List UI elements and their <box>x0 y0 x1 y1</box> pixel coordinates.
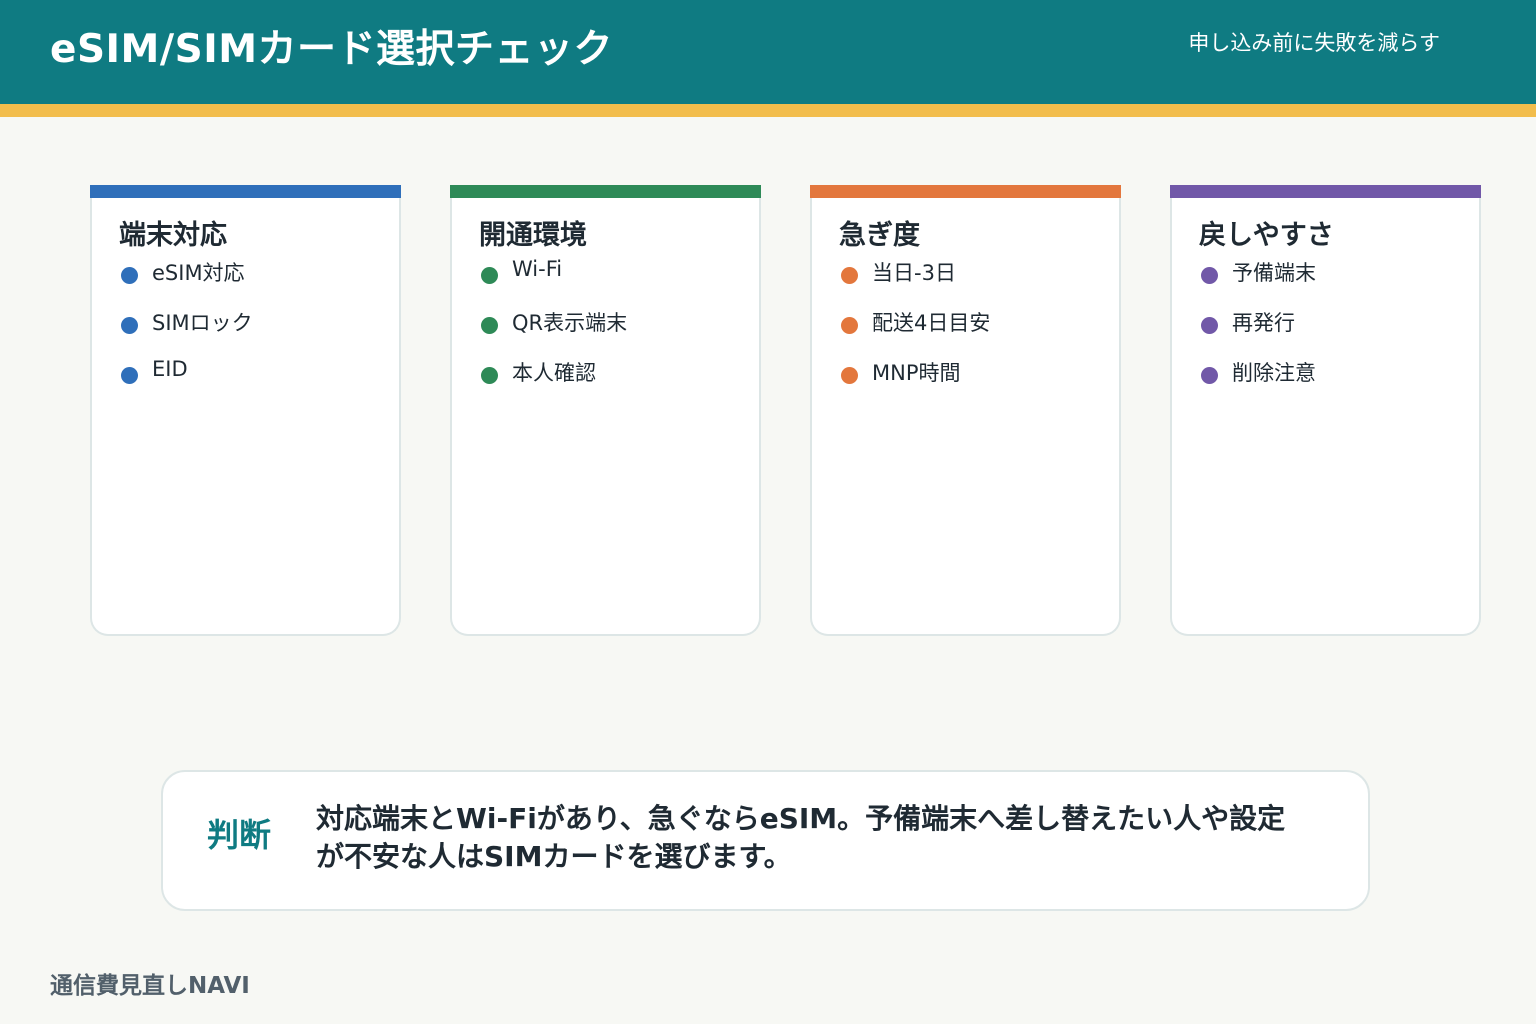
bullet-dot-icon <box>1201 267 1218 284</box>
card-urgency: 急ぎ度 当日-3日 配送4日目安 MNP時間 <box>810 185 1121 636</box>
bullet-dot-icon <box>481 367 498 384</box>
bullet-dot-icon <box>481 317 498 334</box>
bullet-dot-icon <box>1201 367 1218 384</box>
item-label: 予備端末 <box>1232 261 1316 285</box>
list-item: SIMロック <box>121 307 253 357</box>
list-item: 予備端末 <box>1201 257 1316 307</box>
judgement-box: 判断 対応端末とWi-Fiがあり、急ぐならeSIM。予備端末へ差し替えたい人や設… <box>161 770 1370 911</box>
card-title: 開通環境 <box>479 220 587 251</box>
card-item-list: 予備端末 再発行 削除注意 <box>1201 257 1316 407</box>
card-item-list: Wi-Fi QR表示端末 本人確認 <box>481 257 627 407</box>
item-label: 本人確認 <box>512 361 596 385</box>
judgement-text: 対応端末とWi-Fiがあり、急ぐならeSIM。予備端末へ差し替えたい人や設定が不… <box>316 802 1286 873</box>
bullet-dot-icon <box>121 317 138 334</box>
card-title: 急ぎ度 <box>839 220 920 251</box>
list-item: MNP時間 <box>841 357 990 407</box>
bullet-dot-icon <box>841 367 858 384</box>
card-color-bar <box>450 185 761 198</box>
item-label: 削除注意 <box>1232 361 1316 385</box>
card-item-list: 当日-3日 配送4日目安 MNP時間 <box>841 257 990 407</box>
header-bar: eSIM/SIMカード選択チェック 申し込み前に失敗を減らす <box>0 0 1536 104</box>
list-item: 再発行 <box>1201 307 1316 357</box>
item-label: 当日-3日 <box>872 261 956 285</box>
list-item: EID <box>121 357 253 407</box>
bullet-dot-icon <box>121 367 138 384</box>
card-color-bar <box>810 185 1121 198</box>
item-label: EID <box>152 357 188 381</box>
card-title: 端末対応 <box>119 220 227 251</box>
list-item: Wi-Fi <box>481 257 627 307</box>
card-title: 戻しやすさ <box>1199 220 1334 251</box>
list-item: 配送4日目安 <box>841 307 990 357</box>
card-color-bar <box>90 185 401 198</box>
judgement-label: 判断 <box>207 816 272 854</box>
list-item: QR表示端末 <box>481 307 627 357</box>
page-subtitle: 申し込み前に失敗を減らす <box>1188 31 1440 55</box>
list-item: 削除注意 <box>1201 357 1316 407</box>
item-label: Wi-Fi <box>512 257 563 281</box>
list-item: 当日-3日 <box>841 257 990 307</box>
list-item: 本人確認 <box>481 357 627 407</box>
item-label: SIMロック <box>152 311 253 335</box>
item-label: 再発行 <box>1232 311 1295 335</box>
card-device-support: 端末対応 eSIM対応 SIMロック EID <box>90 185 401 636</box>
header-accent-stripe <box>0 104 1536 117</box>
bullet-dot-icon <box>121 267 138 284</box>
item-label: 配送4日目安 <box>872 311 991 335</box>
checklist-cards: 端末対応 eSIM対応 SIMロック EID 開通環境 Wi-Fi QR表示端末… <box>90 185 1481 636</box>
bullet-dot-icon <box>1201 317 1218 334</box>
page-title: eSIM/SIMカード選択チェック <box>50 27 614 72</box>
footer-brand: 通信費見直しNAVI <box>50 973 250 999</box>
bullet-dot-icon <box>841 317 858 334</box>
card-activation-environment: 開通環境 Wi-Fi QR表示端末 本人確認 <box>450 185 761 636</box>
list-item: eSIM対応 <box>121 257 253 307</box>
bullet-dot-icon <box>841 267 858 284</box>
item-label: QR表示端末 <box>512 311 628 335</box>
item-label: eSIM対応 <box>152 261 245 285</box>
card-color-bar <box>1170 185 1481 198</box>
bullet-dot-icon <box>481 267 498 284</box>
card-reversibility: 戻しやすさ 予備端末 再発行 削除注意 <box>1170 185 1481 636</box>
item-label: MNP時間 <box>872 361 961 385</box>
card-item-list: eSIM対応 SIMロック EID <box>121 257 253 407</box>
